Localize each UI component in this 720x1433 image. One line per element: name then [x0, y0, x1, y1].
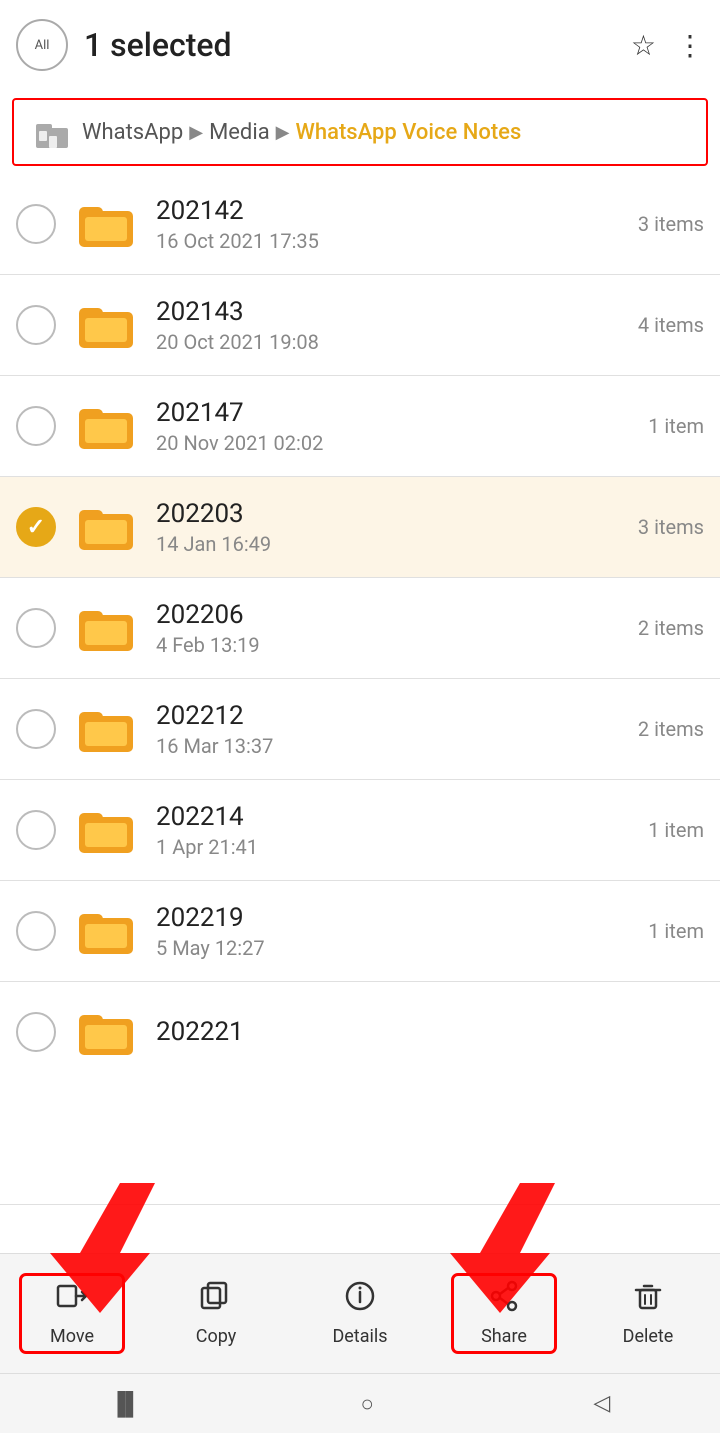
folder-icon	[74, 1000, 138, 1064]
item-count: 3 items	[638, 515, 704, 539]
breadcrumb-whatsapp[interactable]: WhatsApp	[82, 120, 183, 145]
details-icon	[344, 1280, 376, 1320]
item-name: 202143	[156, 297, 638, 327]
item-info-202142: 202142 16 Oct 2021 17:35	[156, 196, 638, 253]
breadcrumb[interactable]: WhatsApp ▶ Media ▶ WhatsApp Voice Notes	[12, 98, 708, 166]
item-name: 202147	[156, 398, 648, 428]
item-info-202206: 202206 4 Feb 13:19	[156, 600, 638, 657]
share-label: Share	[481, 1326, 527, 1347]
copy-icon	[200, 1280, 232, 1320]
item-count: 3 items	[638, 212, 704, 236]
item-date: 20 Nov 2021 02:02	[156, 431, 648, 455]
item-count: 2 items	[638, 717, 704, 741]
select-all-circle[interactable]: All	[16, 19, 68, 71]
checkbox-202147[interactable]	[16, 406, 56, 446]
share-icon	[488, 1280, 520, 1320]
header-actions: ☆ ⋮	[631, 29, 704, 62]
header: All 1 selected ☆ ⋮	[0, 0, 720, 90]
folder-list: 202142 16 Oct 2021 17:35 3 items 202143 …	[0, 174, 720, 1205]
list-item[interactable]: 202143 20 Oct 2021 19:08 4 items	[0, 275, 720, 376]
move-label: Move	[50, 1326, 94, 1347]
folder-icon	[74, 293, 138, 357]
checkbox-202221[interactable]	[16, 1012, 56, 1052]
more-options-icon[interactable]: ⋮	[676, 29, 704, 62]
breadcrumb-path: WhatsApp ▶ Media ▶ WhatsApp Voice Notes	[82, 120, 521, 145]
list-item[interactable]: 202147 20 Nov 2021 02:02 1 item	[0, 376, 720, 477]
item-info-202147: 202147 20 Nov 2021 02:02	[156, 398, 648, 455]
copy-button[interactable]: Copy	[166, 1280, 266, 1347]
folder-icon	[74, 394, 138, 458]
item-name: 202206	[156, 600, 638, 630]
item-info-202143: 202143 20 Oct 2021 19:08	[156, 297, 638, 354]
item-name: 202214	[156, 802, 648, 832]
item-date: 16 Oct 2021 17:35	[156, 229, 638, 253]
share-button[interactable]: Share	[454, 1276, 554, 1351]
list-item[interactable]: 202206 4 Feb 13:19 2 items	[0, 578, 720, 679]
folder-icon	[74, 899, 138, 963]
breadcrumb-arrow-1: ▶	[189, 122, 203, 143]
folder-icon	[74, 596, 138, 660]
item-info-202214: 202214 1 Apr 21:41	[156, 802, 648, 859]
item-info-202203: 202203 14 Jan 16:49	[156, 499, 638, 556]
item-count: 1 item	[648, 414, 704, 438]
checkbox-202143[interactable]	[16, 305, 56, 345]
list-item[interactable]: 202221	[0, 982, 720, 1205]
checkbox-202219[interactable]	[16, 911, 56, 951]
folder-icon	[74, 192, 138, 256]
item-info-202219: 202219 5 May 12:27	[156, 903, 648, 960]
item-name: 202219	[156, 903, 648, 933]
nav-home-icon[interactable]: ○	[360, 1391, 373, 1417]
item-date: 20 Oct 2021 19:08	[156, 330, 638, 354]
item-count: 1 item	[648, 818, 704, 842]
details-label: Details	[332, 1326, 387, 1347]
checkbox-202203[interactable]: ✓	[16, 507, 56, 547]
delete-icon	[632, 1280, 664, 1320]
checkbox-202206[interactable]	[16, 608, 56, 648]
details-button[interactable]: Details	[310, 1280, 410, 1347]
item-count: 2 items	[638, 616, 704, 640]
item-count: 1 item	[648, 919, 704, 943]
item-date: 5 May 12:27	[156, 936, 648, 960]
item-date: 4 Feb 13:19	[156, 633, 638, 657]
select-all-label: All	[35, 38, 50, 53]
checkbox-202212[interactable]	[16, 709, 56, 749]
nav-back-icon[interactable]: ◁	[593, 1391, 610, 1416]
folder-icon	[74, 697, 138, 761]
item-info-202212: 202212 16 Mar 13:37	[156, 701, 638, 758]
item-date: 1 Apr 21:41	[156, 835, 648, 859]
item-info-202221: 202221	[156, 1017, 704, 1047]
item-name: 202203	[156, 499, 638, 529]
breadcrumb-arrow-2: ▶	[276, 122, 290, 143]
item-count: 4 items	[638, 313, 704, 337]
list-item[interactable]: 202212 16 Mar 13:37 2 items	[0, 679, 720, 780]
breadcrumb-media[interactable]: Media	[209, 120, 270, 145]
list-item[interactable]: 202219 5 May 12:27 1 item	[0, 881, 720, 982]
selection-count: 1 selected	[84, 26, 631, 64]
delete-label: Delete	[623, 1326, 674, 1347]
list-item-selected[interactable]: ✓ 202203 14 Jan 16:49 3 items	[0, 477, 720, 578]
navigation-bar: ▐▌ ○ ◁	[0, 1373, 720, 1433]
bottom-toolbar: Move Copy Details	[0, 1253, 720, 1373]
check-icon: ✓	[27, 515, 45, 540]
list-item[interactable]: 202214 1 Apr 21:41 1 item	[0, 780, 720, 881]
item-date: 14 Jan 16:49	[156, 532, 638, 556]
breadcrumb-voice-notes[interactable]: WhatsApp Voice Notes	[296, 120, 522, 145]
item-name: 202212	[156, 701, 638, 731]
folder-icon	[74, 495, 138, 559]
folder-icon	[74, 798, 138, 862]
home-icon[interactable]	[30, 110, 74, 154]
nav-recent-icon[interactable]: ▐▌	[110, 1391, 141, 1417]
item-name: 202142	[156, 196, 638, 226]
move-button[interactable]: Move	[22, 1276, 122, 1351]
list-item[interactable]: 202142 16 Oct 2021 17:35 3 items	[0, 174, 720, 275]
copy-label: Copy	[196, 1326, 237, 1347]
checkbox-202142[interactable]	[16, 204, 56, 244]
star-icon[interactable]: ☆	[631, 29, 656, 62]
checkbox-202214[interactable]	[16, 810, 56, 850]
item-name: 202221	[156, 1017, 704, 1047]
delete-button[interactable]: Delete	[598, 1280, 698, 1347]
move-icon	[56, 1280, 88, 1320]
item-date: 16 Mar 13:37	[156, 734, 638, 758]
